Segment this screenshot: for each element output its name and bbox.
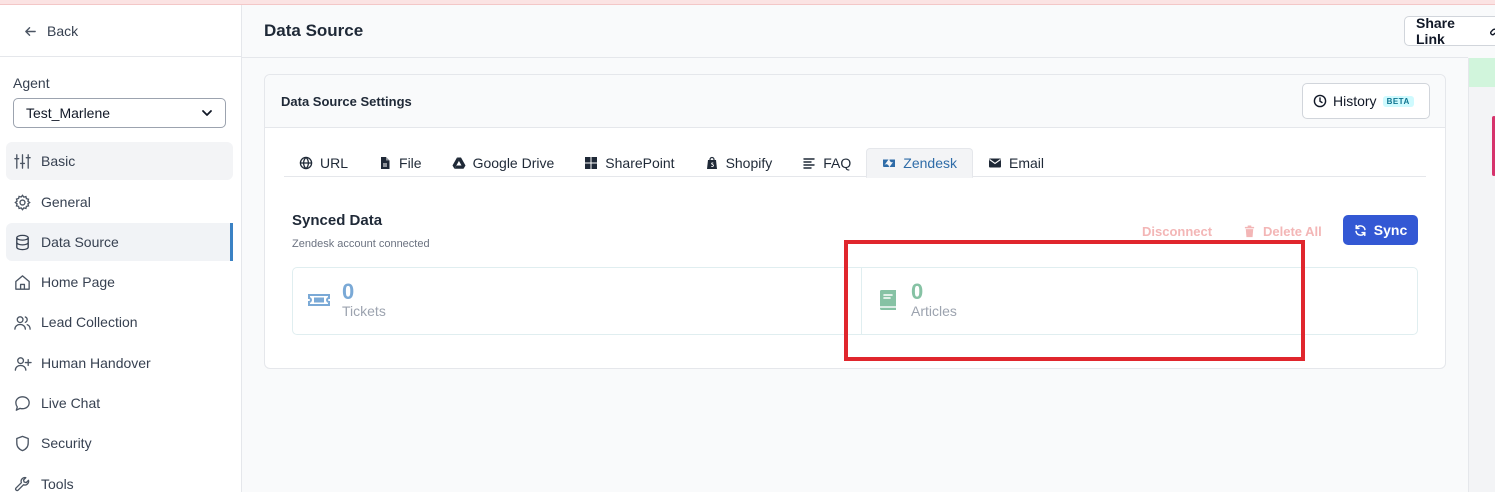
sharepoint-icon bbox=[585, 156, 598, 169]
sidebar-item-label: Tools bbox=[41, 476, 74, 492]
tab-label: Zendesk bbox=[903, 155, 957, 171]
sidebar-item-general[interactable]: General bbox=[6, 183, 233, 221]
main-content: Data Source Share Link Data Source Setti… bbox=[242, 5, 1495, 492]
sidebar-divider bbox=[0, 56, 241, 57]
sidebar-item-label: Basic bbox=[41, 153, 76, 169]
shield-icon bbox=[16, 435, 29, 451]
synced-data-subtitle: Zendesk account connected bbox=[292, 238, 430, 250]
sidebar-item-label: Lead Collection bbox=[41, 314, 138, 330]
synced-data-title: Synced Data bbox=[292, 212, 383, 229]
back-button[interactable]: Back bbox=[24, 23, 78, 39]
tab-faq[interactable]: FAQ bbox=[787, 148, 866, 177]
articles-count: 0 bbox=[911, 279, 924, 304]
beta-badge: BETA bbox=[1382, 95, 1414, 107]
history-button[interactable]: History BETA bbox=[1302, 83, 1430, 119]
agent-select-value: Test_Marlene bbox=[26, 105, 111, 121]
tab-label: Google Drive bbox=[472, 154, 555, 171]
home-icon bbox=[15, 274, 30, 290]
chevron-down-icon bbox=[202, 110, 212, 116]
sidebar-item-security[interactable]: Security bbox=[6, 424, 233, 462]
page-header: Data Source Share Link bbox=[242, 5, 1495, 58]
ticket-icon bbox=[308, 294, 330, 306]
sidebar-item-human-handover[interactable]: Human Handover bbox=[6, 344, 233, 382]
source-tabs: URL File Google Drive SharePoint Shopify… bbox=[284, 148, 1426, 178]
clock-icon bbox=[1313, 94, 1327, 108]
users-icon bbox=[14, 315, 31, 330]
disconnect-button[interactable]: Disconnect bbox=[1142, 224, 1212, 239]
tab-email[interactable]: Email bbox=[973, 148, 1059, 177]
sidebar-item-lead-collection[interactable]: Lead Collection bbox=[6, 303, 233, 341]
data-source-settings-card: Data Source Settings History BETA URL Fi… bbox=[264, 74, 1446, 369]
sync-button[interactable]: Sync bbox=[1343, 215, 1418, 245]
tab-label: URL bbox=[320, 154, 349, 171]
wrench-icon bbox=[14, 476, 30, 491]
shopify-icon bbox=[706, 156, 717, 169]
tab-label: Email bbox=[1008, 154, 1044, 171]
back-label: Back bbox=[47, 23, 79, 39]
page-title: Data Source bbox=[264, 21, 364, 40]
sidebar-item-label: General bbox=[41, 194, 91, 210]
delete-all-button[interactable]: Delete All bbox=[1243, 224, 1322, 239]
sidebar-item-live-chat[interactable]: Live Chat bbox=[6, 384, 233, 422]
chat-bubble-icon bbox=[15, 395, 30, 411]
sliders-icon bbox=[14, 153, 31, 169]
arrow-left-icon bbox=[25, 26, 36, 36]
book-icon bbox=[880, 290, 896, 310]
link-icon bbox=[1489, 28, 1495, 36]
card-title: Data Source Settings bbox=[281, 94, 412, 109]
stat-tickets: 0 Tickets bbox=[307, 281, 386, 319]
tab-url[interactable]: URL bbox=[284, 148, 363, 177]
tab-shopify[interactable]: Shopify bbox=[690, 148, 788, 177]
refresh-icon bbox=[1355, 224, 1366, 236]
stat-articles: 0 Articles bbox=[876, 281, 957, 319]
globe-icon bbox=[299, 156, 313, 169]
sidebar-item-data-source[interactable]: Data Source bbox=[6, 223, 233, 261]
user-plus-icon bbox=[14, 356, 32, 371]
envelope-icon bbox=[988, 158, 1001, 167]
tab-file[interactable]: File bbox=[363, 148, 437, 177]
articles-label: Articles bbox=[911, 303, 957, 319]
share-link-label: Share Link bbox=[1416, 16, 1455, 46]
agent-label: Agent bbox=[13, 75, 50, 91]
zendesk-icon bbox=[883, 159, 896, 167]
sync-stats: 0 Tickets 0 Articles bbox=[292, 267, 1418, 335]
sync-label: Sync bbox=[1373, 222, 1408, 238]
right-panel-edge bbox=[1468, 58, 1495, 492]
sidebar: Back Agent Test_Marlene Basic General Da… bbox=[0, 5, 242, 492]
tab-sharepoint[interactable]: SharePoint bbox=[569, 148, 689, 177]
tab-zendesk[interactable]: Zendesk bbox=[866, 148, 973, 178]
sidebar-item-label: Human Handover bbox=[41, 355, 151, 371]
tickets-count: 0 bbox=[342, 279, 355, 304]
google-drive-icon bbox=[452, 157, 466, 169]
sidebar-item-label: Data Source bbox=[41, 234, 119, 250]
card-header: Data Source Settings History BETA bbox=[265, 75, 1445, 128]
delete-all-label: Delete All bbox=[1263, 224, 1322, 239]
tab-label: File bbox=[399, 154, 422, 171]
gear-icon bbox=[14, 193, 31, 211]
history-label: History bbox=[1333, 93, 1377, 109]
tickets-label: Tickets bbox=[342, 303, 386, 319]
tab-label: FAQ bbox=[823, 154, 852, 171]
share-link-button[interactable]: Share Link bbox=[1404, 16, 1495, 46]
sidebar-item-home-page[interactable]: Home Page bbox=[6, 263, 233, 301]
sidebar-item-label: Security bbox=[41, 435, 92, 451]
tab-label: Shopify bbox=[725, 154, 773, 171]
sidebar-item-label: Home Page bbox=[41, 274, 115, 290]
tab-google-drive[interactable]: Google Drive bbox=[437, 148, 570, 177]
agent-select[interactable]: Test_Marlene bbox=[13, 98, 226, 128]
database-icon bbox=[16, 234, 29, 250]
sidebar-item-tools[interactable]: Tools bbox=[6, 465, 233, 492]
faq-icon bbox=[803, 157, 815, 169]
sidebar-item-basic[interactable]: Basic bbox=[6, 142, 233, 180]
sidebar-item-label: Live Chat bbox=[41, 395, 101, 411]
trash-icon bbox=[1244, 225, 1255, 238]
file-icon bbox=[381, 156, 390, 169]
tab-label: SharePoint bbox=[605, 154, 675, 171]
